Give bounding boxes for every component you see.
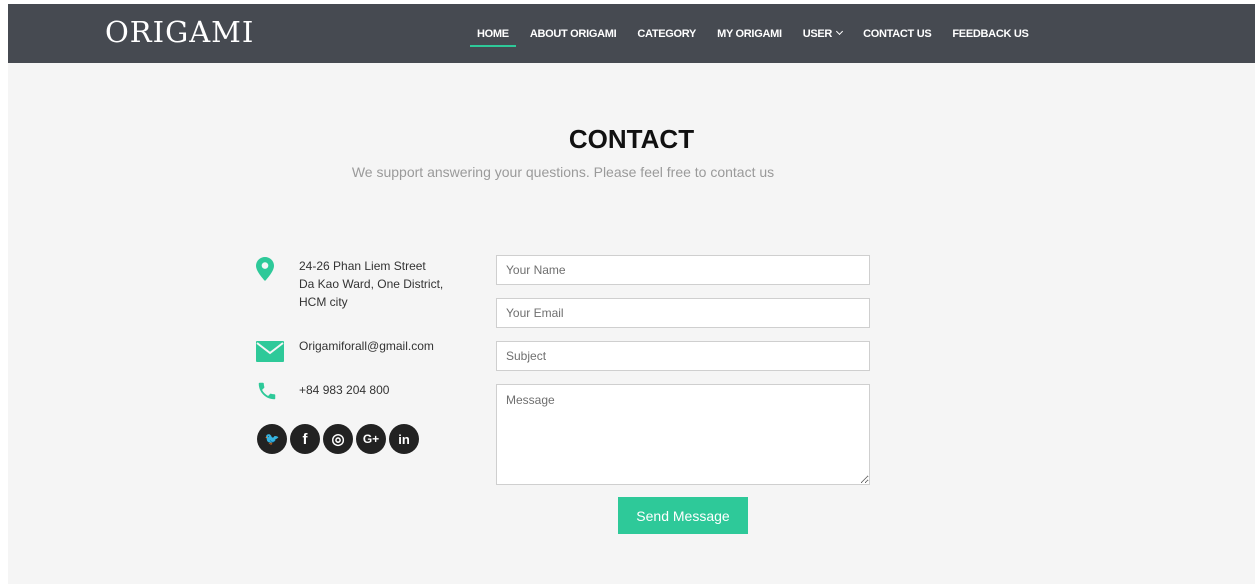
address-line: HCM city [299, 295, 348, 309]
address: 24-26 Phan Liem Street Da Kao Ward, One … [299, 257, 443, 311]
google-plus-icon[interactable]: G+ [356, 424, 386, 454]
twitter-icon[interactable]: 🐦 [257, 424, 287, 454]
instagram-icon[interactable]: ◎ [323, 424, 353, 454]
navbar: ORIGAMI HOME ABOUT ORIGAMI CATEGORY MY O… [8, 4, 1255, 63]
address-line: Da Kao Ward, One District, [299, 277, 444, 291]
nav-about-origami[interactable]: ABOUT ORIGAMI [523, 4, 624, 63]
nav-home[interactable]: HOME [470, 4, 516, 63]
nav-user-label: USER [802, 27, 833, 40]
chevron-down-icon [836, 27, 844, 36]
phone-icon [258, 382, 276, 400]
phone-number[interactable]: +84 983 204 800 [299, 381, 389, 399]
name-input[interactable] [496, 255, 870, 285]
nav-category[interactable]: CATEGORY [630, 4, 703, 63]
page: ORIGAMI HOME ABOUT ORIGAMI CATEGORY MY O… [8, 4, 1255, 584]
social-links: 🐦 f ◎ G+ in [257, 424, 422, 454]
page-subtitle: We support answering your questions. Ple… [351, 164, 775, 180]
brand-logo[interactable]: ORIGAMI [105, 18, 254, 47]
message-textarea[interactable] [496, 384, 870, 485]
nav-contact-us[interactable]: CONTACT US [856, 4, 938, 63]
email-address[interactable]: Origamiforall@gmail.com [299, 337, 434, 355]
envelope-icon [256, 341, 284, 362]
facebook-icon[interactable]: f [290, 424, 320, 454]
page-title: CONTACT [568, 124, 695, 154]
address-line: 24-26 Phan Liem Street [299, 259, 426, 273]
nav-user-dropdown[interactable]: USER [796, 4, 849, 63]
main-nav: HOME ABOUT ORIGAMI CATEGORY MY ORIGAMI U… [470, 4, 1043, 63]
location-pin-icon [256, 257, 274, 281]
nav-my-origami[interactable]: MY ORIGAMI [710, 4, 789, 63]
email-input[interactable] [496, 298, 870, 328]
linkedin-icon[interactable]: in [389, 424, 419, 454]
subject-input[interactable] [496, 341, 870, 371]
nav-feedback-us[interactable]: FEEDBACK US [945, 4, 1035, 63]
send-message-button[interactable]: Send Message [618, 497, 748, 534]
